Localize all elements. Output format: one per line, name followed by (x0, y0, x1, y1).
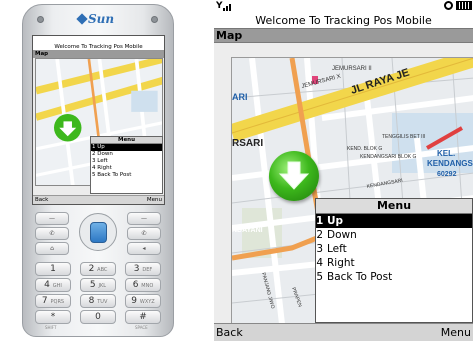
svg-text:NDAYANI: NDAYANI (232, 227, 263, 234)
mini-soft-left: Back (35, 197, 49, 203)
mini-status-bar (33, 36, 164, 43)
back-key[interactable]: ◂ (127, 242, 161, 255)
svg-text:RSARI: RSARI (232, 138, 263, 149)
svg-text:KEND. BLOK G: KEND. BLOK G (347, 146, 382, 152)
end-key[interactable]: ✆ (127, 227, 161, 240)
brand-logo: Sun (76, 12, 114, 26)
key-6[interactable]: 6 MNO (125, 278, 161, 292)
svg-text:KENDANGSARI BLOK G: KENDANGSARI BLOK G (360, 154, 417, 160)
camera-dot-right (151, 16, 158, 23)
signal-strength-icon: Y (216, 1, 232, 11)
home-key[interactable]: ⌂ (35, 242, 69, 255)
key-9[interactable]: 9 WXYZ (125, 294, 161, 308)
mini-menu-item: 4 Right (92, 165, 112, 171)
mini-menu-item: 3 Left (92, 158, 108, 164)
back-softkey[interactable]: Back (216, 324, 243, 341)
status-bar: Y (214, 0, 473, 12)
key-8[interactable]: 8 TUV (80, 294, 116, 308)
key-1[interactable]: 1 (35, 262, 71, 276)
phone-keypad: — — ✆ ✆ ⌂ ◂ 1 2 ABC 3 DEF 4 GHI 5 JKL 6 … (33, 210, 163, 330)
key-4[interactable]: 4 GHI (35, 278, 71, 292)
svg-text:KENDANGSA: KENDANGSA (427, 159, 473, 168)
key-7[interactable]: 7 PQRS (35, 294, 71, 308)
mobile-screen: Y Welcome To Tracking Pos Mobile Map JEM… (214, 0, 473, 341)
battery-icon (456, 1, 472, 10)
svg-text:60292: 60292 (437, 171, 457, 178)
mini-menu-title: Menu (91, 137, 162, 144)
nav-pad[interactable] (79, 213, 117, 251)
map-content-area: JEMURSARI II JEMURSARI X JL RAYA JE TENG… (214, 43, 473, 323)
phone-illustration: Sun Welcome To Tracking Pos Mobile Map M… (22, 4, 174, 337)
menu-item-back-to-post[interactable]: 5 Back To Post (316, 270, 472, 284)
shift-label: SHIFT (45, 325, 57, 330)
mini-app-name: Map (33, 51, 164, 58)
mini-menu-item: 5 Back To Post (92, 172, 132, 178)
left-soft-key[interactable]: — (35, 212, 69, 225)
key-hash[interactable]: # (125, 310, 161, 324)
right-soft-key[interactable]: — (127, 212, 161, 225)
space-label: SPACE (135, 325, 148, 330)
settings-gear-icon (444, 1, 453, 10)
mini-menu-item: 2 Down (92, 151, 113, 157)
mini-title: Welcome To Tracking Pos Mobile (33, 43, 164, 51)
key-3[interactable]: 3 DEF (125, 262, 161, 276)
key-0[interactable]: 0 (80, 310, 116, 324)
menu-item-right[interactable]: 4 Right (316, 256, 472, 270)
popup-menu: Menu 1 Up 2 Down 3 Left 4 Right 5 Back To Pos… (315, 198, 473, 323)
svg-text:JEMURSARI II: JEMURSARI II (332, 66, 372, 72)
mini-soft-bar: Back Menu (33, 195, 164, 204)
soft-key-bar: Back Menu (214, 323, 473, 341)
arrow-down-icon (278, 161, 310, 190)
key-2[interactable]: 2 ABC (80, 262, 116, 276)
page-title: Welcome To Tracking Pos Mobile (214, 12, 473, 29)
mini-menu: Menu 1 Up 2 Down 3 Left 4 Right 5 Back T… (90, 136, 163, 194)
speaker-dot-left (37, 16, 44, 23)
menu-item-left[interactable]: 3 Left (316, 242, 472, 256)
mini-soft-right: Menu (146, 197, 162, 203)
menu-softkey[interactable]: Menu (441, 324, 471, 341)
call-key[interactable]: ✆ (35, 227, 69, 240)
key-star[interactable]: * (35, 310, 71, 324)
menu-item-up[interactable]: 1 Up (316, 214, 472, 228)
svg-text:ARI: ARI (232, 92, 248, 102)
svg-text:KEL.: KEL. (437, 149, 455, 158)
nav-select-button[interactable] (90, 222, 107, 243)
svg-text:TENGGILIS BET III: TENGGILIS BET III (382, 134, 425, 140)
key-5[interactable]: 5 JKL (80, 278, 116, 292)
menu-item-down[interactable]: 2 Down (316, 228, 472, 242)
mini-menu-item: 1 Up (91, 144, 162, 151)
phone-screen-preview: Welcome To Tracking Pos Mobile Map Menu … (32, 35, 165, 205)
app-name-bar: Map (214, 29, 473, 43)
menu-title: Menu (316, 199, 472, 214)
sun-logo-icon (76, 13, 88, 25)
location-pin-icon (269, 151, 319, 201)
